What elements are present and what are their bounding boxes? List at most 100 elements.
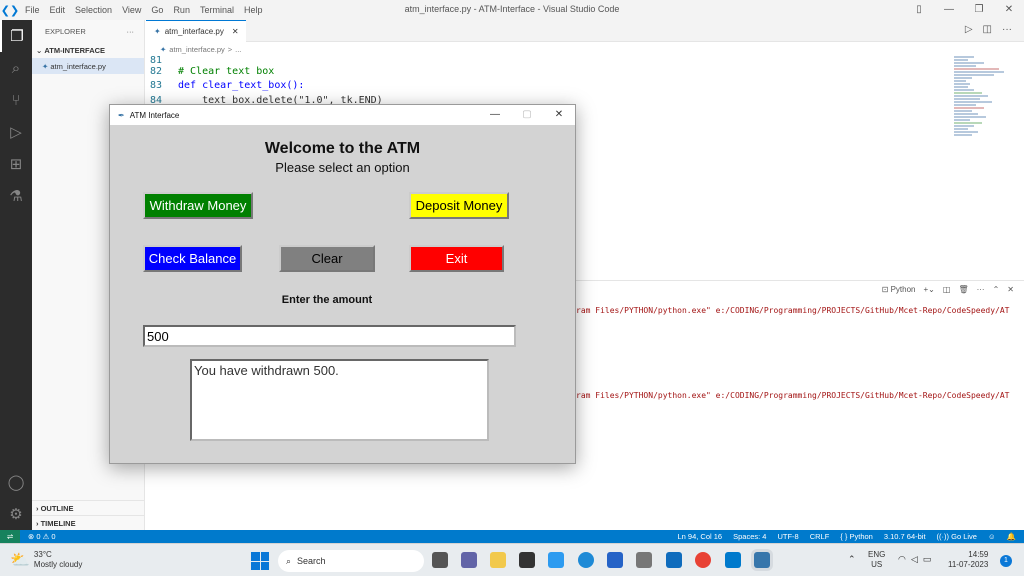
outline-label: OUTLINE [40, 504, 74, 513]
terminal-kind[interactable]: ⊡ Python [882, 285, 916, 294]
chrome-icon[interactable] [695, 552, 711, 568]
outline-section[interactable]: › OUTLINE [32, 500, 145, 516]
menu-selection[interactable]: Selection [70, 5, 117, 15]
atm-subheading: Please select an option [275, 160, 410, 175]
output-text-box[interactable]: You have withdrawn 500. [190, 359, 489, 441]
minimize-icon[interactable]: — [934, 0, 964, 20]
python-file-icon: ✦ [160, 44, 167, 54]
run-debug-icon[interactable]: ▷ [0, 116, 32, 148]
atm-minimize-icon[interactable]: — [479, 105, 511, 125]
timeline-label: TIMELINE [40, 519, 76, 528]
weather-desc: Mostly cloudy [33, 560, 83, 569]
explorer-icon[interactable]: ❐ [0, 20, 32, 52]
extensions-icon[interactable]: ⊞ [0, 148, 32, 180]
menu-go[interactable]: Go [146, 5, 168, 15]
menu-file[interactable]: File [20, 5, 45, 15]
more-actions-icon[interactable]: ··· [1002, 24, 1012, 35]
deposit-button[interactable]: Deposit Money [409, 192, 509, 219]
system-tray[interactable]: ◠ ◁ ▭ [898, 554, 931, 565]
search-icon[interactable]: ⌕ [0, 52, 32, 84]
weather-temp: 33°C [33, 550, 52, 559]
cloud-sun-icon: ⛅ [10, 552, 30, 569]
go-live-button[interactable]: ((·)) Go Live [937, 532, 977, 541]
feedback-icon[interactable]: ☺ [988, 532, 996, 541]
source-control-icon[interactable]: ⑂ [0, 84, 32, 116]
breadcrumb-symbol[interactable]: ... [235, 45, 241, 54]
timeline-section[interactable]: › TIMELINE [32, 515, 145, 531]
menu-help[interactable]: Help [239, 5, 268, 15]
maximize-panel-icon[interactable]: ⌃ [993, 285, 1000, 294]
withdraw-button[interactable]: Withdraw Money [143, 192, 253, 219]
layout-toggle-icon[interactable]: ▯ [904, 0, 934, 20]
python-interpreter[interactable]: 3.10.7 64-bit [884, 532, 926, 541]
vscode-taskbar-icon[interactable] [725, 552, 741, 568]
restore-icon[interactable]: ❐ [964, 0, 994, 20]
camera-icon[interactable] [636, 552, 652, 568]
edge-icon[interactable] [578, 552, 594, 568]
menu-run[interactable]: Run [168, 5, 195, 15]
language-indicator[interactable]: ENG US [868, 550, 885, 570]
start-windows-icon[interactable] [251, 552, 269, 570]
taskbar-search[interactable]: ⌕ Search [278, 550, 424, 572]
problems-count[interactable]: ⊗ 0 ⚠ 0 [28, 532, 56, 541]
amount-input[interactable] [143, 325, 516, 347]
encoding[interactable]: UTF-8 [777, 532, 798, 541]
settings-gear-icon[interactable]: ⚙ [0, 498, 32, 530]
project-folder[interactable]: ⌄ ATM-INTERFACE [32, 42, 144, 58]
store-icon[interactable] [607, 552, 623, 568]
clock[interactable]: 14:59 11-07-2023 [948, 550, 988, 570]
testing-icon[interactable]: ⚗ [0, 180, 32, 212]
code-line: # Clear text box [178, 65, 275, 77]
chevron-up-icon[interactable]: ⌃ [848, 554, 856, 565]
line-number: 83 [149, 80, 162, 92]
mail-icon[interactable] [666, 552, 682, 568]
file-explorer-icon[interactable] [490, 552, 506, 568]
line-number: 81 [149, 56, 162, 64]
project-folder-label: ATM-INTERFACE [44, 45, 106, 55]
atm-close-icon[interactable]: ✕ [543, 105, 575, 125]
chevron-down-icon: ⌄ [36, 45, 45, 55]
battery-icon: ▭ [922, 554, 932, 564]
tab-label: atm_interface.py [164, 27, 224, 36]
menu-view[interactable]: View [117, 5, 146, 15]
file-item[interactable]: ✦ atm_interface.py [32, 58, 144, 74]
output-text: You have withdrawn 500. [194, 363, 339, 378]
language-mode[interactable]: { } Python [840, 532, 873, 541]
split-terminal-icon[interactable]: ◫ [943, 285, 951, 294]
exit-button[interactable]: Exit [409, 245, 504, 272]
weather-widget[interactable]: ⛅ 33°C Mostly cloudy [10, 550, 82, 570]
notification-badge[interactable]: 1 [1000, 555, 1012, 567]
check-balance-button[interactable]: Check Balance [143, 245, 242, 272]
tab-close-icon[interactable]: ✕ [232, 27, 239, 36]
wifi-icon: ◠ [898, 554, 906, 564]
teams-icon[interactable] [461, 552, 477, 568]
atm-titlebar[interactable]: ✒ ATM Interface — ▢ ✕ [110, 105, 575, 125]
remote-icon[interactable]: ⇌ [0, 530, 20, 543]
task-view-icon[interactable] [432, 552, 448, 568]
search-label: Search [297, 556, 326, 566]
eol[interactable]: CRLF [810, 532, 830, 541]
run-file-icon[interactable]: ▷ [965, 24, 973, 35]
account-icon[interactable]: ◯ [0, 466, 32, 498]
indentation[interactable]: Spaces: 4 [733, 532, 766, 541]
explorer-more-icon[interactable]: ··· [127, 27, 135, 36]
panel-more-icon[interactable]: ··· [977, 285, 985, 294]
cursor-position[interactable]: Ln 94, Col 16 [677, 532, 722, 541]
breadcrumb-separator: > [227, 44, 233, 54]
menu-terminal[interactable]: Terminal [195, 5, 239, 15]
new-terminal-icon[interactable]: +⌄ [924, 285, 935, 294]
close-icon[interactable]: ✕ [994, 0, 1024, 20]
minimap[interactable] [954, 56, 1014, 166]
close-panel-icon[interactable]: ✕ [1007, 285, 1014, 294]
split-editor-icon[interactable]: ◫ [983, 24, 992, 35]
notifications-bell-icon[interactable]: 🔔 [1007, 532, 1016, 541]
trash-icon[interactable]: 🗑 [958, 285, 968, 294]
code-editor[interactable]: 81 82 # Clear text box 83 def clear_text_b… [146, 56, 946, 106]
tab-atm-interface[interactable]: ✦ atm_interface.py ✕ [146, 20, 246, 42]
menu-edit[interactable]: Edit [45, 5, 71, 15]
terminal-app-icon[interactable] [519, 552, 535, 568]
breadcrumb-file[interactable]: atm_interface.py [169, 45, 224, 54]
photos-icon[interactable] [548, 552, 564, 568]
python-app-icon[interactable] [754, 552, 770, 568]
clear-button[interactable]: Clear [279, 245, 375, 272]
